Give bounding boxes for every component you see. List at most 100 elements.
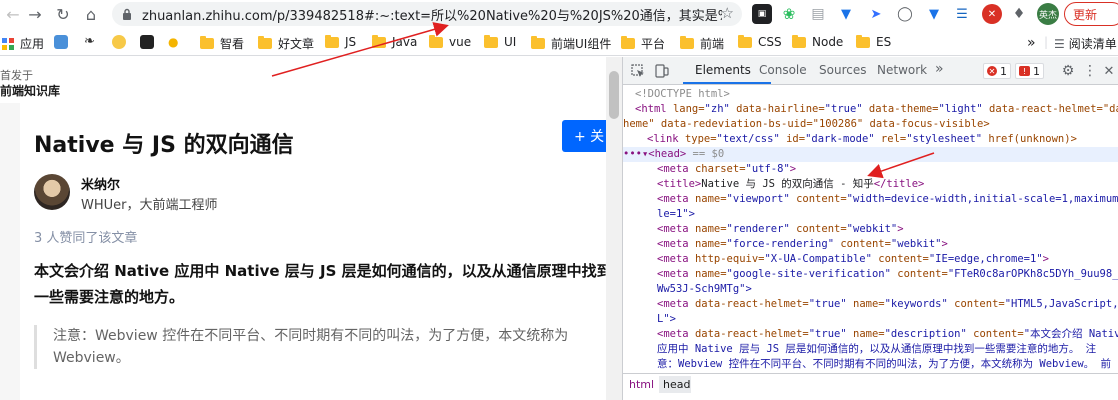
vue-devtools-extension-icon[interactable]: ▼ xyxy=(836,4,856,24)
dom-node-meta-description-wrap-2: 意：Webview 控件在不同平台、不同时期有不同的叫法，为了方便，本文统称为 … xyxy=(623,357,1118,370)
attr-value: "webkit" xyxy=(846,223,898,235)
head-tag: •••▾<head> xyxy=(623,148,687,160)
more-tabs-button[interactable]: » xyxy=(935,61,944,77)
bookmarks-overflow-button[interactable]: » xyxy=(1027,35,1036,51)
url-text[interactable]: zhuanlan.zhihu.com/p/339482518#:~:text=所… xyxy=(142,5,722,24)
adblock-extension-icon[interactable]: ✕ xyxy=(982,4,1002,24)
home-icon[interactable]: ⌂ xyxy=(78,1,104,27)
doctype-text: <!DOCTYPE html> xyxy=(635,88,730,100)
kebab-menu-icon[interactable]: ⋮ xyxy=(1081,62,1099,80)
screenshot-extension-icon[interactable]: ▤ xyxy=(808,4,828,24)
bookmark-folder-6[interactable]: UI xyxy=(484,34,516,49)
dom-node-meta-keywords[interactable]: <meta data-react-helmet="true" name="key… xyxy=(623,297,1118,312)
bookmark-folder-3[interactable]: JS xyxy=(325,34,356,49)
folder-icon xyxy=(792,34,806,48)
attr-value: "description" xyxy=(884,328,967,340)
bookmark-folder-4[interactable]: Java xyxy=(372,34,418,49)
author-avatar[interactable] xyxy=(34,174,70,210)
update-button[interactable]: 更新 xyxy=(1064,2,1118,26)
article-summary: 本文会介绍 Native 应用中 Native 层与 JS 层是如何通信的，以及… xyxy=(34,262,606,306)
bookmark-folder-1[interactable]: 智看 xyxy=(200,35,244,52)
bookmark-favicon-leaf[interactable]: ❧ xyxy=(84,35,102,49)
tab-elements[interactable]: Elements xyxy=(695,63,751,77)
attr-name: charset= xyxy=(694,163,746,175)
attr-name: type= xyxy=(684,133,717,145)
devtools-tab-bar: Elements Console Sources Network » ✕ 1 !… xyxy=(623,57,1118,85)
tab-sources[interactable]: Sources xyxy=(819,63,866,77)
dom-node-title[interactable]: <title>Native 与 JS 的双向通信 - 知乎</title> xyxy=(623,177,1118,192)
meta-tag: <meta xyxy=(657,328,695,340)
extension-media-icon[interactable]: ▣ xyxy=(752,4,772,24)
dom-node-html-wrap: heme" data-redeviation-bs-uid="100286" d… xyxy=(623,117,1118,132)
bookmark-favicon-dark[interactable] xyxy=(140,35,158,49)
tampermonkey-extension-icon[interactable]: ▼ xyxy=(924,4,944,24)
dom-node-meta-ua[interactable]: <meta http-equiv="X-UA-Compatible" conte… xyxy=(623,252,1118,267)
feishu-extension-icon[interactable]: ➤ xyxy=(866,4,886,24)
likes-count[interactable]: 3 人赞同了该文章 xyxy=(34,227,137,246)
address-bar[interactable]: zhuanlan.zhihu.com/p/339482518#:~:text=所… xyxy=(112,2,742,26)
folder-icon xyxy=(621,36,635,49)
attr-value: "keywords" xyxy=(884,298,948,310)
dom-node-link[interactable]: <link type="text/css" id="dark-mode" rel… xyxy=(623,132,1118,147)
evernote-extension-icon[interactable]: ❀ xyxy=(779,4,799,24)
attr-name: data-react-helmet= xyxy=(694,328,809,340)
tag-close: > xyxy=(897,223,904,235)
tab-network[interactable]: Network xyxy=(877,63,927,77)
bookmark-folder-9[interactable]: 前端 xyxy=(680,35,724,52)
bookmark-folder-12[interactable]: ES xyxy=(856,34,891,49)
attr-value: "webkit" xyxy=(890,238,942,250)
bookmark-folder-7[interactable]: 前端UI组件 xyxy=(531,35,611,52)
dom-node-html[interactable]: <html lang="zh" data-hairline="true" dat… xyxy=(623,102,1118,117)
bookmark-label: 智看 xyxy=(220,37,245,51)
close-devtools-icon[interactable]: ✕ xyxy=(1100,62,1118,80)
article-title: Native 与 JS 的双向通信 xyxy=(34,133,294,158)
dom-node-head-selected[interactable]: •••▾<head> == $0 xyxy=(623,147,1118,162)
lock-icon[interactable] xyxy=(120,7,134,21)
dom-node-meta-google-verification[interactable]: <meta name="google-site-verification" co… xyxy=(623,267,1118,282)
bookmark-favicon-blue[interactable] xyxy=(54,35,72,49)
bookmark-folder-11[interactable]: Node xyxy=(792,34,843,49)
layers-extension-icon[interactable]: ☰ xyxy=(952,4,972,24)
forward-arrow-icon[interactable]: → xyxy=(22,1,48,27)
inspect-element-icon[interactable] xyxy=(629,62,647,80)
column-name-link[interactable]: 前端知识库 xyxy=(0,82,60,99)
bookmark-favicon-bulb[interactable]: ● xyxy=(168,35,186,49)
dom-node-meta-viewport[interactable]: <meta name="viewport" content="width=dev… xyxy=(623,192,1118,207)
bookmark-star-icon[interactable]: ☆ xyxy=(721,4,734,22)
dom-tree: <!DOCTYPE html> <html lang="zh" data-hai… xyxy=(623,87,1118,370)
author-name-link[interactable]: 米纳尔 xyxy=(81,174,120,193)
device-toolbar-icon[interactable] xyxy=(653,62,671,80)
reading-list-button[interactable]: ☰ 阅读清单 xyxy=(1054,35,1117,52)
bulb-favicon-icon: ● xyxy=(168,35,179,49)
apps-bookmark[interactable]: 应用 xyxy=(2,35,44,52)
bookmark-favicon-emoji[interactable] xyxy=(112,35,130,49)
bookmark-folder-10[interactable]: CSS xyxy=(738,34,782,49)
follow-button-label: + 关 xyxy=(574,129,605,145)
attr-value: "renderer" xyxy=(726,223,790,235)
page-scrollbar-thumb[interactable] xyxy=(609,71,619,119)
breadcrumb-html[interactable]: html xyxy=(629,378,654,391)
profile-avatar[interactable]: 英杰 xyxy=(1037,3,1059,25)
bookmark-folder-2[interactable]: 好文章 xyxy=(258,35,314,52)
bookmark-label: Java xyxy=(392,35,418,49)
bookmark-folder-8[interactable]: 平台 xyxy=(621,35,665,52)
reload-icon[interactable]: ↻ xyxy=(50,1,76,27)
attr-name: content= xyxy=(871,253,929,265)
breadcrumb-head[interactable]: head xyxy=(663,378,690,391)
bookmark-folder-5[interactable]: vue xyxy=(429,34,471,49)
page-viewport: 首发于 前端知识库 Native 与 JS 的双向通信 米纳尔 WHUer，大前… xyxy=(0,57,606,400)
bookmarks-divider: | xyxy=(1044,35,1049,49)
issue-icon: ! xyxy=(1019,66,1030,76)
puzzle-extensions-icon[interactable]: ♦ xyxy=(1009,4,1029,24)
dom-node-meta-force-rendering[interactable]: <meta name="force-rendering" content="we… xyxy=(623,237,1118,252)
tab-console[interactable]: Console xyxy=(759,63,807,77)
settings-gear-icon[interactable]: ⚙ xyxy=(1059,62,1077,80)
dom-node-doctype[interactable]: <!DOCTYPE html> xyxy=(623,87,1118,102)
issue-count-badge[interactable]: ! 1 xyxy=(1015,63,1044,79)
error-count-badge[interactable]: ✕ 1 xyxy=(983,63,1011,79)
dom-node-meta-renderer[interactable]: <meta name="renderer" content="webkit"> xyxy=(623,222,1118,237)
dom-node-meta-description[interactable]: <meta data-react-helmet="true" name="des… xyxy=(623,327,1118,342)
page-scrollbar[interactable] xyxy=(606,57,622,400)
chat-extension-icon[interactable]: ◯ xyxy=(895,4,915,24)
dom-node-meta-charset[interactable]: <meta charset="utf-8"> xyxy=(623,162,1118,177)
